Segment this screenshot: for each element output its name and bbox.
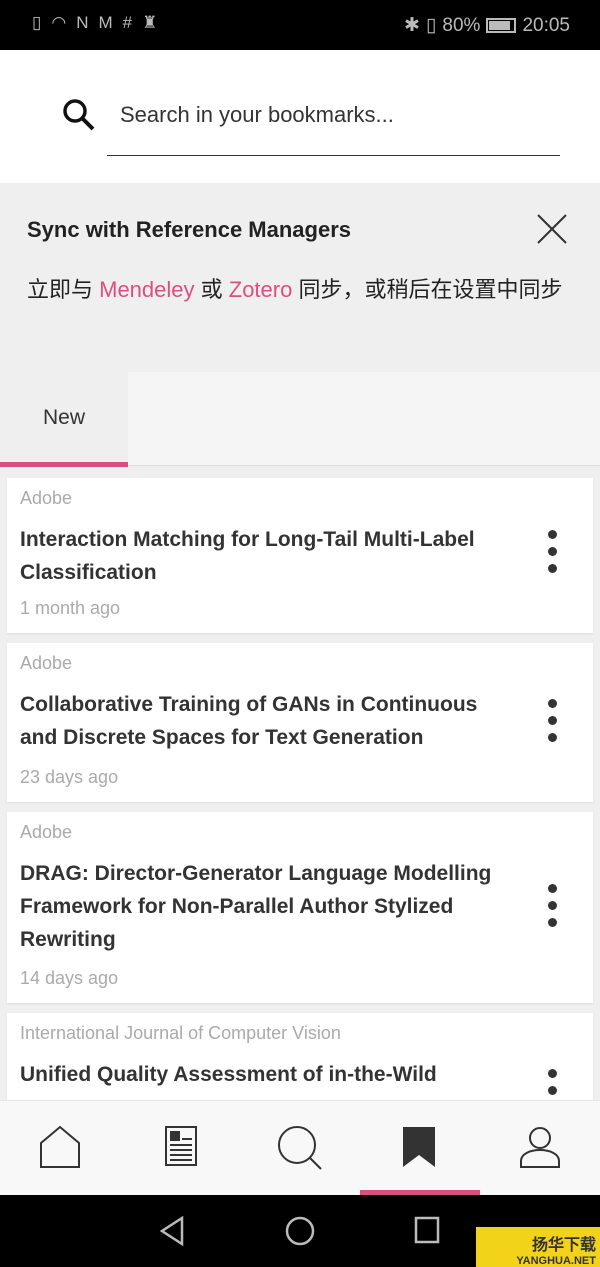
sim-alert-icon: ▯ xyxy=(32,13,42,32)
close-icon[interactable] xyxy=(537,214,567,244)
feed-icon[interactable] xyxy=(157,1123,207,1173)
bookmark-source: Adobe xyxy=(20,653,73,673)
back-icon[interactable] xyxy=(158,1215,186,1247)
more-options-icon[interactable] xyxy=(548,699,560,750)
bookmark-title[interactable]: Unified Quality Assessment of in-the-Wil… xyxy=(20,1058,520,1091)
home-button-icon[interactable] xyxy=(284,1215,316,1247)
tab-new[interactable]: New xyxy=(0,372,128,467)
nfc-icon: N xyxy=(76,13,89,32)
bookmark-icon[interactable] xyxy=(395,1123,445,1173)
status-bar: ▯ ◠ N M # ♜ ✱ ▯ 80% 20:05 xyxy=(0,0,600,50)
profile-icon[interactable] xyxy=(515,1123,565,1173)
vibrate-icon: ▯ xyxy=(425,15,437,36)
bookmark-card[interactable]: Adobe Collaborative Training of GANs in … xyxy=(7,643,593,802)
bookmark-title[interactable]: Interaction Matching for Long-Tail Multi… xyxy=(20,523,520,589)
sync-banner: Sync with Reference Managers 立即与 Mendele… xyxy=(0,183,600,372)
mendeley-link[interactable]: Mendeley xyxy=(99,277,194,302)
bookmark-date: 1 month ago xyxy=(20,598,121,618)
slack-icon: # xyxy=(122,13,133,32)
sync-text: 立即与 Mendeley 或 Zotero 同步，或稍后在设置中同步 xyxy=(27,269,577,311)
bookmark-card[interactable]: Adobe Interaction Matching for Long-Tail… xyxy=(7,478,593,633)
search-icon[interactable] xyxy=(275,1123,325,1173)
home-icon[interactable] xyxy=(35,1123,85,1173)
more-options-icon[interactable] xyxy=(548,530,560,581)
keyhole-icon: ♜ xyxy=(142,13,158,32)
system-navigation-bar: 扬华下载 YANGHUA.NET xyxy=(0,1195,600,1267)
notification-icons: ▯ ◠ N M # ♜ xyxy=(32,13,157,33)
bookmark-title[interactable]: Collaborative Training of GANs in Contin… xyxy=(20,688,520,754)
search-bar: Search in your bookmarks... xyxy=(0,50,600,183)
search-input[interactable]: Search in your bookmarks... xyxy=(107,100,560,156)
tab-bar: New xyxy=(0,372,600,467)
watermark-text: 扬华下载 xyxy=(531,1237,596,1254)
wifi-icon: ◠ xyxy=(51,13,67,32)
zotero-link[interactable]: Zotero xyxy=(229,277,293,302)
bookmark-date: 23 days ago xyxy=(20,767,119,787)
sync-title: Sync with Reference Managers xyxy=(27,217,352,242)
battery-percent: 80% xyxy=(442,14,481,36)
bottom-navigation xyxy=(0,1100,600,1195)
sync-text-3: 同步，或稍后在设置中同步 xyxy=(292,277,563,302)
clock: 20:05 xyxy=(522,14,570,36)
watermark-sub: YANGHUA.NET xyxy=(516,1255,596,1267)
more-options-icon[interactable] xyxy=(548,884,560,935)
bookmark-source: International Journal of Computer Vision xyxy=(20,1023,341,1043)
bookmark-card[interactable]: Adobe DRAG: Director-Generator Language … xyxy=(7,812,593,1003)
bookmark-title[interactable]: DRAG: Director-Generator Language Modell… xyxy=(20,857,520,956)
bookmark-source: Adobe xyxy=(20,822,73,842)
bookmark-date: 14 days ago xyxy=(20,968,119,988)
watermark-logo: 扬华下载 YANGHUA.NET xyxy=(476,1227,600,1267)
sync-text-1: 立即与 xyxy=(27,277,100,302)
battery-icon xyxy=(486,18,517,33)
recents-icon[interactable] xyxy=(413,1215,441,1245)
bluetooth-icon: ✱ xyxy=(404,15,420,36)
bookmark-source: Adobe xyxy=(20,488,73,508)
search-icon xyxy=(63,99,95,131)
sync-text-2: 或 xyxy=(194,277,229,302)
gmail-icon: M xyxy=(98,13,113,32)
